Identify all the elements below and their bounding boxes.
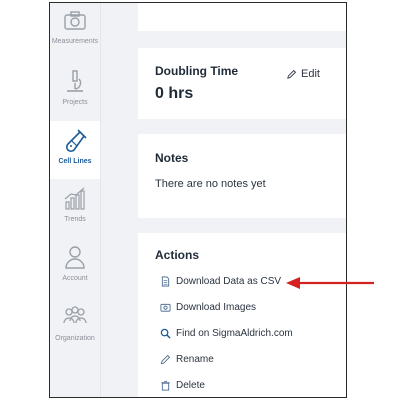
sidebar-item-projects[interactable]: Projects bbox=[50, 63, 100, 121]
action-label: Find on SigmaAldrich.com bbox=[176, 328, 293, 339]
document-icon bbox=[161, 276, 170, 287]
delete-action[interactable]: Delete bbox=[160, 380, 205, 391]
actions-card: Actions Download Data as CSV Download Im… bbox=[138, 233, 346, 397]
notes-text: There are no notes yet bbox=[155, 178, 266, 190]
doubling-time-value: 0 hrs bbox=[155, 85, 194, 102]
sidebar-item-label: Trends bbox=[64, 216, 86, 223]
microscope-icon bbox=[67, 70, 83, 92]
test-tube-icon bbox=[65, 129, 87, 153]
search-icon bbox=[160, 328, 171, 339]
sidebar-item-measurements[interactable]: Measurements bbox=[50, 3, 100, 61]
bar-chart-icon bbox=[64, 187, 85, 210]
card-title: Doubling Time bbox=[155, 64, 239, 78]
action-label: Download Images bbox=[176, 302, 257, 313]
camera-icon bbox=[64, 11, 86, 30]
main-content: Doubling Time 0 hrs Edit Notes There are… bbox=[101, 3, 346, 397]
app-window: Measurements Projects Cell Lines Trends … bbox=[49, 2, 347, 398]
doubling-time-card: Doubling Time 0 hrs Edit bbox=[138, 48, 346, 119]
edit-label: Edit bbox=[301, 68, 320, 80]
sidebar-item-account[interactable]: Account bbox=[50, 241, 100, 299]
action-label: Download Data as CSV bbox=[176, 276, 282, 287]
image-icon bbox=[160, 303, 171, 312]
card-title: Notes bbox=[155, 151, 189, 165]
action-label: Delete bbox=[176, 380, 205, 391]
find-on-sigmaaldrich-action[interactable]: Find on SigmaAldrich.com bbox=[160, 328, 293, 339]
sidebar-item-label: Organization bbox=[55, 335, 95, 342]
edit-button[interactable]: Edit bbox=[286, 68, 320, 80]
trash-icon bbox=[161, 380, 170, 391]
sidebar-item-label: Measurements bbox=[51, 38, 99, 45]
sidebar-item-label: Account bbox=[62, 275, 88, 282]
card-title: Actions bbox=[155, 248, 200, 262]
top-card bbox=[138, 3, 346, 31]
sidebar-item-label: Projects bbox=[62, 99, 88, 106]
annotation-arrow-icon bbox=[286, 277, 374, 289]
sidebar: Measurements Projects Cell Lines Trends … bbox=[50, 3, 101, 397]
pencil-icon bbox=[287, 69, 297, 79]
action-label: Rename bbox=[176, 354, 214, 365]
download-images-action[interactable]: Download Images bbox=[160, 302, 256, 313]
group-icon bbox=[63, 306, 87, 324]
rename-action[interactable]: Rename bbox=[160, 354, 214, 365]
sidebar-item-label: Cell Lines bbox=[58, 158, 92, 165]
pencil-icon bbox=[160, 354, 171, 365]
notes-card: Notes There are no notes yet bbox=[138, 134, 346, 218]
sidebar-item-cell-lines[interactable]: Cell Lines bbox=[50, 121, 100, 179]
download-csv-action[interactable]: Download Data as CSV bbox=[160, 276, 281, 287]
sidebar-item-trends[interactable]: Trends bbox=[50, 181, 100, 239]
user-icon bbox=[65, 246, 85, 269]
sidebar-item-organization[interactable]: Organization bbox=[50, 301, 100, 359]
